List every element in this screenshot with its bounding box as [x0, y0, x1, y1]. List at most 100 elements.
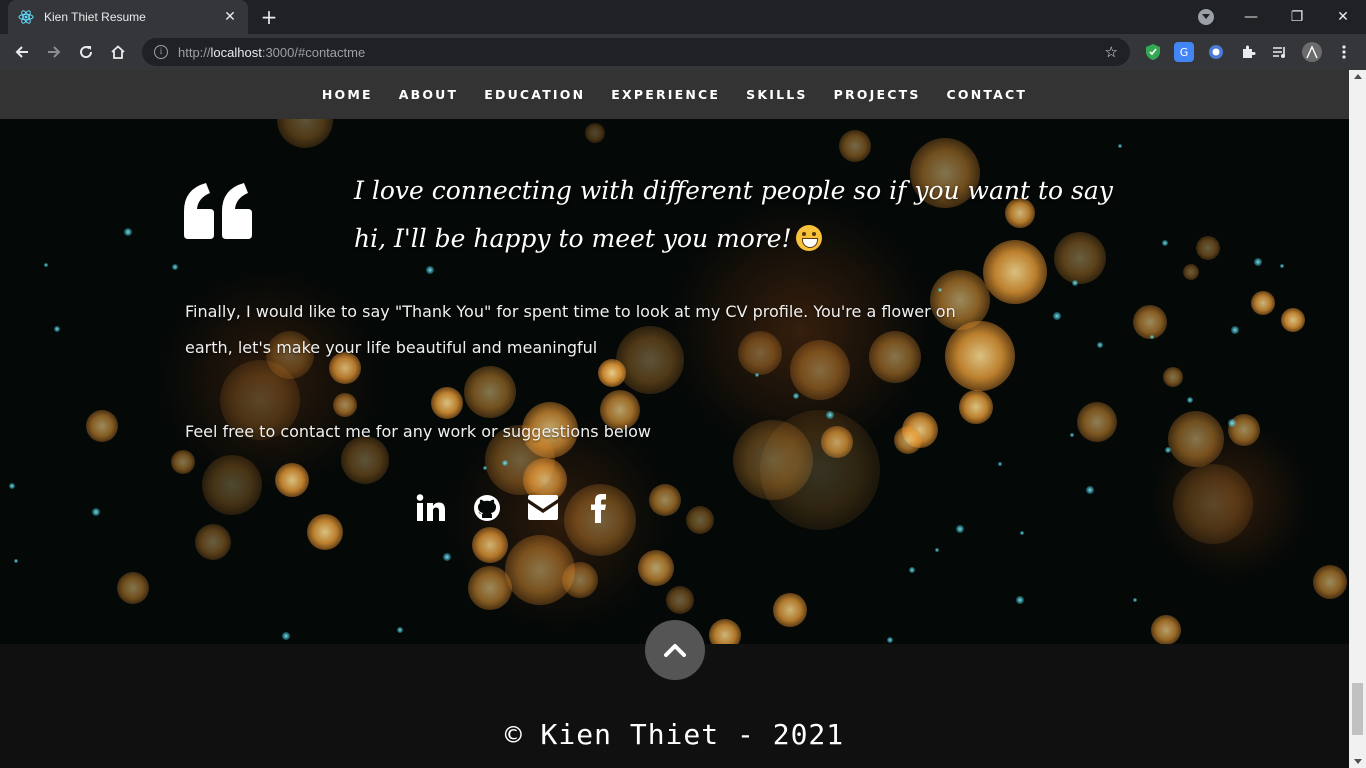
bokeh-speck	[1231, 326, 1239, 334]
bokeh-speck	[9, 483, 15, 489]
nav-about[interactable]: ABOUT	[399, 87, 459, 102]
bokeh-speck	[54, 326, 60, 332]
browser-tab[interactable]: Kien Thiet Resume ✕	[8, 0, 248, 34]
page-scrollbar[interactable]	[1349, 70, 1366, 768]
bokeh-light	[666, 586, 694, 614]
scroll-to-top-button[interactable]	[645, 620, 705, 680]
media-control-icon[interactable]	[1270, 42, 1290, 62]
bokeh-light	[585, 123, 605, 143]
forward-icon[interactable]	[42, 40, 66, 64]
url-text[interactable]: http://localhost:3000/#contactme	[178, 45, 1105, 60]
nav-education[interactable]: EDUCATION	[484, 87, 585, 102]
reload-icon[interactable]	[74, 40, 98, 64]
info-icon[interactable]: i	[154, 45, 168, 59]
scrollbar-thumb[interactable]	[1352, 683, 1363, 735]
menu-kebab-icon[interactable]	[1334, 42, 1354, 62]
react-icon	[18, 9, 34, 25]
bokeh-speck	[1072, 280, 1078, 286]
bokeh-speck	[172, 264, 178, 270]
facebook-icon[interactable]	[578, 488, 620, 528]
bokeh-speck	[1165, 447, 1171, 453]
bokeh-light	[1196, 236, 1220, 260]
bokeh-speck	[755, 373, 759, 377]
bokeh-speck	[1097, 342, 1103, 348]
bokeh-light	[86, 410, 118, 442]
shield-extension-icon[interactable]	[1143, 42, 1163, 62]
github-icon[interactable]	[466, 488, 508, 528]
address-bar[interactable]: i http://localhost:3000/#contactme ☆	[142, 38, 1130, 66]
site-navbar: HOME ABOUT EDUCATION EXPERIENCE SKILLS P…	[0, 70, 1349, 119]
bokeh-light	[117, 572, 149, 604]
bokeh-light	[839, 130, 871, 162]
bokeh-speck	[44, 263, 48, 267]
bokeh-speck	[282, 632, 290, 640]
bokeh-light	[1183, 264, 1199, 280]
bokeh-light	[1133, 305, 1167, 339]
bookmark-star-icon[interactable]: ☆	[1105, 43, 1118, 61]
translate-extension-icon[interactable]: G	[1174, 42, 1194, 62]
thank-you-paragraph: Finally, I would like to say "Thank You"…	[185, 302, 956, 357]
bokeh-speck	[1150, 335, 1154, 339]
bokeh-speck	[1086, 486, 1094, 494]
bokeh-speck	[1020, 531, 1024, 535]
bokeh-speck	[793, 393, 799, 399]
new-tab-button[interactable]: +	[258, 6, 280, 28]
bokeh-speck	[397, 627, 403, 633]
bokeh-speck	[887, 637, 893, 643]
restore-button[interactable]: ❐	[1274, 0, 1320, 34]
bokeh-speck	[935, 548, 939, 552]
nav-contact[interactable]: CONTACT	[947, 87, 1028, 102]
bokeh-light	[195, 524, 231, 560]
bokeh-light	[1313, 565, 1347, 599]
grinning-emoji-icon	[795, 225, 822, 251]
bokeh-light	[709, 619, 741, 644]
bokeh-speck	[909, 567, 915, 573]
nav-home[interactable]: HOME	[322, 87, 373, 102]
nav-skills[interactable]: SKILLS	[746, 87, 807, 102]
contact-section: I love connecting with different people …	[0, 119, 1349, 644]
nav-projects[interactable]: PROJECTS	[834, 87, 921, 102]
back-icon[interactable]	[10, 40, 34, 64]
tab-close-icon[interactable]: ✕	[222, 9, 238, 25]
tab-title: Kien Thiet Resume	[44, 10, 146, 24]
site-footer: © Kien Thiet - 2021	[0, 620, 1349, 768]
bokeh-speck	[443, 553, 451, 561]
contact-invite-paragraph: Feel free to contact me for any work or …	[185, 422, 652, 441]
bokeh-speck	[998, 462, 1002, 466]
bokeh-speck	[1118, 144, 1122, 148]
bokeh-speck	[1280, 264, 1284, 268]
bokeh-speck	[1070, 433, 1074, 437]
social-links	[410, 488, 634, 528]
email-icon[interactable]	[522, 488, 564, 528]
bokeh-speck	[483, 466, 487, 470]
tab-search-icon[interactable]	[1198, 9, 1214, 25]
bokeh-light	[1281, 308, 1305, 332]
extension-circle-icon[interactable]	[1206, 42, 1226, 62]
page-viewport: HOME ABOUT EDUCATION EXPERIENCE SKILLS P…	[0, 70, 1349, 768]
bokeh-speck	[1162, 240, 1168, 246]
chevron-up-icon	[664, 644, 686, 657]
browser-toolbar: i http://localhost:3000/#contactme ☆ G	[0, 34, 1366, 70]
scroll-down-arrow-icon[interactable]	[1354, 759, 1362, 764]
copyright-text: © Kien Thiet - 2021	[504, 718, 845, 751]
bokeh-light	[686, 506, 714, 534]
browser-tab-bar: Kien Thiet Resume ✕ + — ❐ ✕	[0, 0, 1366, 34]
bokeh-speck	[1016, 596, 1024, 604]
extensions-puzzle-icon[interactable]	[1238, 42, 1258, 62]
close-window-button[interactable]: ✕	[1320, 0, 1366, 34]
bokeh-speck	[14, 559, 18, 563]
linkedin-icon[interactable]	[410, 488, 452, 528]
bokeh-light	[773, 593, 807, 627]
scroll-up-arrow-icon[interactable]	[1354, 74, 1362, 79]
bokeh-light	[1151, 615, 1181, 644]
bokeh-light	[1251, 291, 1275, 315]
quote-icon	[184, 181, 254, 241]
home-icon[interactable]	[106, 40, 130, 64]
bokeh-speck	[124, 228, 132, 236]
minimize-button[interactable]: —	[1228, 0, 1274, 34]
profile-avatar[interactable]	[1302, 42, 1322, 62]
bokeh-light	[1077, 402, 1117, 442]
bokeh-speck	[1228, 419, 1236, 427]
bokeh-speck	[1053, 312, 1061, 320]
nav-experience[interactable]: EXPERIENCE	[611, 87, 720, 102]
